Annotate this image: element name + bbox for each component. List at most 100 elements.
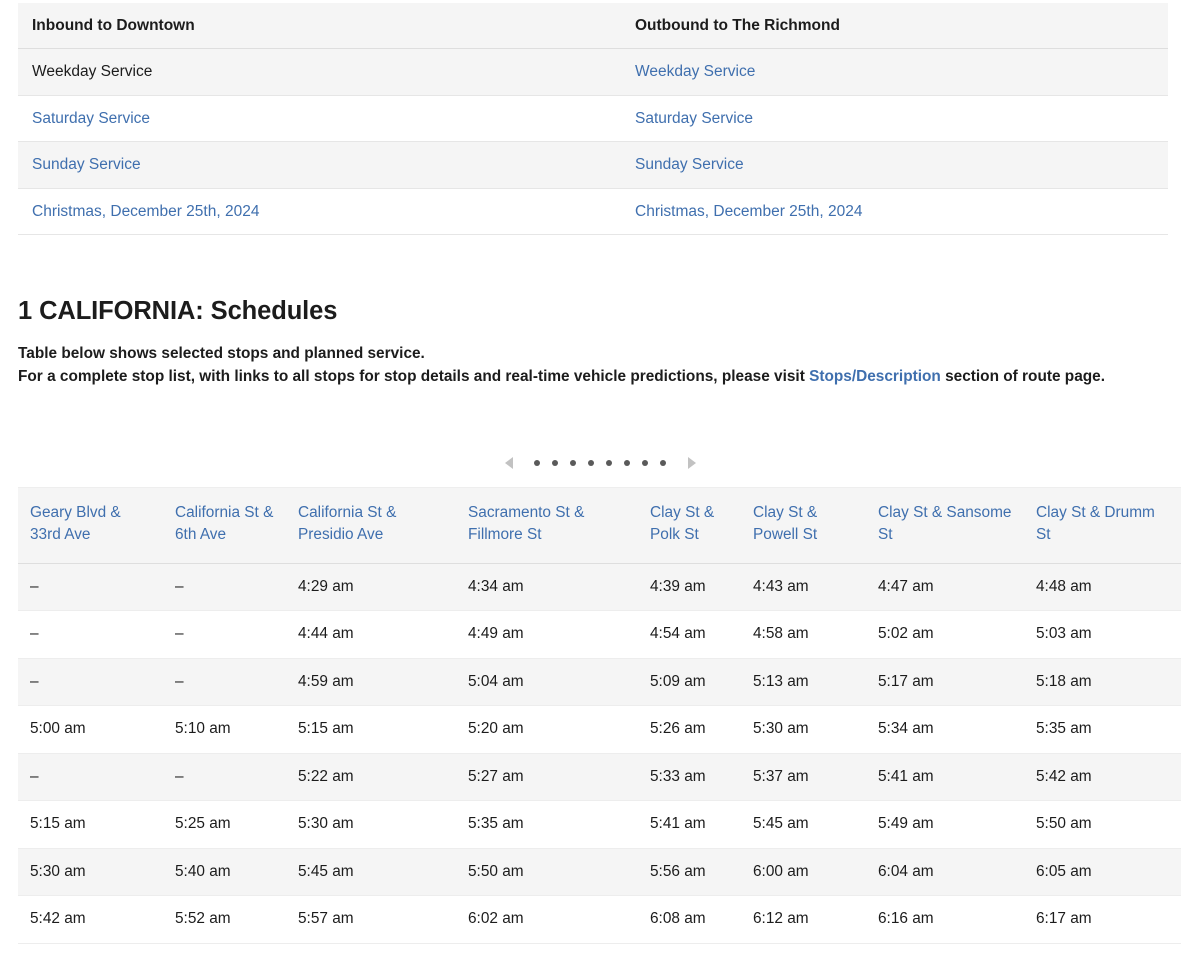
carousel-prev-arrow-icon[interactable] <box>496 452 522 474</box>
carousel-dot[interactable] <box>570 460 576 466</box>
table-row: ––5:22 am5:27 am5:33 am5:37 am5:41 am5:4… <box>18 753 1181 800</box>
schedule-cell: 5:30 am <box>286 801 456 848</box>
schedule-cell: 5:42 am <box>1024 753 1181 800</box>
schedule-cell: 5:49 am <box>866 801 1024 848</box>
stop-header-clay-polk[interactable]: Clay St & Polk St <box>638 488 741 564</box>
table-row: ––4:59 am5:04 am5:09 am5:13 am5:17 am5:1… <box>18 658 1181 705</box>
service-cell-outbound-weekday: Weekday Service <box>621 49 1168 95</box>
schedule-cell: 5:41 am <box>638 801 741 848</box>
description-line-2-post: section of route page. <box>941 368 1105 385</box>
schedule-cell: 4:34 am <box>456 563 638 610</box>
schedule-cell: 4:54 am <box>638 611 741 658</box>
schedule-cell: 6:08 am <box>638 896 741 943</box>
schedules-header-block: 1 CALIFORNIA: Schedules Table below show… <box>18 297 1178 389</box>
schedule-cell: 4:39 am <box>638 563 741 610</box>
schedule-cell: 5:52 am <box>163 896 286 943</box>
schedule-cell: 5:03 am <box>1024 611 1181 658</box>
schedule-cell: 5:50 am <box>1024 801 1181 848</box>
service-link-inbound-christmas[interactable]: Christmas, December 25th, 2024 <box>32 203 259 220</box>
service-header-outbound: Outbound to The Richmond <box>621 3 1168 49</box>
schedule-cell: 5:15 am <box>18 801 163 848</box>
carousel-dot[interactable] <box>660 460 666 466</box>
table-row: Christmas, December 25th, 2024 Christmas… <box>18 188 1168 234</box>
stops-description-link[interactable]: Stops/Description <box>809 368 941 385</box>
service-label-inbound-weekday: Weekday Service <box>32 63 152 80</box>
schedule-cell: 6:04 am <box>866 848 1024 895</box>
service-links-table: Inbound to Downtown Outbound to The Rich… <box>18 3 1168 235</box>
carousel-dot[interactable] <box>642 460 648 466</box>
service-links-table-head: Inbound to Downtown Outbound to The Rich… <box>18 3 1168 49</box>
schedule-cell: 5:57 am <box>286 896 456 943</box>
service-links-header-row: Inbound to Downtown Outbound to The Rich… <box>18 3 1168 49</box>
schedule-cell: 4:43 am <box>741 563 866 610</box>
schedule-cell: 5:17 am <box>866 658 1024 705</box>
stop-header-clay-sansome[interactable]: Clay St & San­some St <box>866 488 1024 564</box>
page-title: 1 CALIFORNIA: Schedules <box>18 297 1178 325</box>
table-row: 5:30 am5:40 am5:45 am5:50 am5:56 am6:00 … <box>18 848 1181 895</box>
schedule-cell: 5:10 am <box>163 706 286 753</box>
stop-header-sacramento-fillmore[interactable]: Sacramento St & Fillmore St <box>456 488 638 564</box>
schedule-cell: 6:05 am <box>1024 848 1181 895</box>
schedule-cell: – <box>163 753 286 800</box>
service-cell-outbound-saturday: Saturday Service <box>621 95 1168 141</box>
schedule-cell: 5:35 am <box>1024 706 1181 753</box>
schedule-cell: 4:48 am <box>1024 563 1181 610</box>
stop-header-california-6th[interactable]: California St & 6th Ave <box>163 488 286 564</box>
carousel-next-arrow-icon[interactable] <box>678 452 704 474</box>
stop-header-geary-33rd[interactable]: Geary Blvd & 33rd Ave <box>18 488 163 564</box>
schedule-cell: 5:22 am <box>286 753 456 800</box>
carousel-dots <box>522 460 678 466</box>
schedule-cell: 5:40 am <box>163 848 286 895</box>
schedule-cell: 5:45 am <box>286 848 456 895</box>
schedule-table-body: ––4:29 am4:34 am4:39 am4:43 am4:47 am4:4… <box>18 563 1181 943</box>
schedule-table: Geary Blvd & 33rd Ave California St & 6t… <box>18 487 1181 944</box>
schedule-cell: 5:26 am <box>638 706 741 753</box>
schedule-header-row: Geary Blvd & 33rd Ave California St & 6t… <box>18 488 1181 564</box>
table-row: 5:42 am5:52 am5:57 am6:02 am6:08 am6:12 … <box>18 896 1181 943</box>
stop-header-clay-drumm[interactable]: Clay St & Drumm St <box>1024 488 1181 564</box>
stop-header-clay-powell[interactable]: Clay St & Powell St <box>741 488 866 564</box>
schedule-cell: 5:42 am <box>18 896 163 943</box>
schedule-cell: 5:30 am <box>18 848 163 895</box>
carousel-dot[interactable] <box>552 460 558 466</box>
schedule-cell: 4:29 am <box>286 563 456 610</box>
schedule-cell: 5:15 am <box>286 706 456 753</box>
service-link-inbound-sunday[interactable]: Sunday Service <box>32 156 141 173</box>
table-row: ––4:29 am4:34 am4:39 am4:43 am4:47 am4:4… <box>18 563 1181 610</box>
schedule-table-container: Geary Blvd & 33rd Ave California St & 6t… <box>18 487 1181 944</box>
service-link-inbound-saturday[interactable]: Saturday Service <box>32 110 150 127</box>
carousel-dot[interactable] <box>588 460 594 466</box>
schedule-page: Inbound to Downtown Outbound to The Rich… <box>0 0 1200 979</box>
schedule-cell: 5:04 am <box>456 658 638 705</box>
service-link-outbound-saturday[interactable]: Saturday Service <box>635 110 753 127</box>
schedule-cell: 5:27 am <box>456 753 638 800</box>
carousel-dot[interactable] <box>534 460 540 466</box>
schedule-cell: 5:00 am <box>18 706 163 753</box>
service-link-outbound-christmas[interactable]: Christmas, December 25th, 2024 <box>635 203 862 220</box>
table-row: ––4:44 am4:49 am4:54 am4:58 am5:02 am5:0… <box>18 611 1181 658</box>
table-row: Saturday Service Saturday Service <box>18 95 1168 141</box>
table-row: Weekday Service Weekday Service <box>18 49 1168 95</box>
service-header-inbound: Inbound to Downtown <box>18 3 621 49</box>
stop-header-california-presidio[interactable]: California St & Presidio Ave <box>286 488 456 564</box>
service-link-outbound-sunday[interactable]: Sunday Service <box>635 156 744 173</box>
schedule-cell: 5:37 am <box>741 753 866 800</box>
schedule-cell: – <box>18 611 163 658</box>
schedule-cell: 5:50 am <box>456 848 638 895</box>
schedule-cell: – <box>18 753 163 800</box>
service-links-table-body: Weekday Service Weekday Service Saturday… <box>18 49 1168 235</box>
carousel-dot[interactable] <box>624 460 630 466</box>
schedule-cell: 4:49 am <box>456 611 638 658</box>
carousel-dot[interactable] <box>606 460 612 466</box>
table-row: 5:00 am5:10 am5:15 am5:20 am5:26 am5:30 … <box>18 706 1181 753</box>
table-carousel-pager <box>0 452 1200 474</box>
schedule-cell: 5:02 am <box>866 611 1024 658</box>
service-link-outbound-weekday[interactable]: Weekday Service <box>635 63 755 80</box>
schedule-cell: 4:44 am <box>286 611 456 658</box>
service-cell-inbound-christmas: Christmas, December 25th, 2024 <box>18 188 621 234</box>
service-cell-outbound-sunday: Sunday Service <box>621 142 1168 188</box>
table-row: 5:15 am5:25 am5:30 am5:35 am5:41 am5:45 … <box>18 801 1181 848</box>
schedule-cell: 6:16 am <box>866 896 1024 943</box>
schedule-cell: 6:17 am <box>1024 896 1181 943</box>
schedule-cell: 5:41 am <box>866 753 1024 800</box>
